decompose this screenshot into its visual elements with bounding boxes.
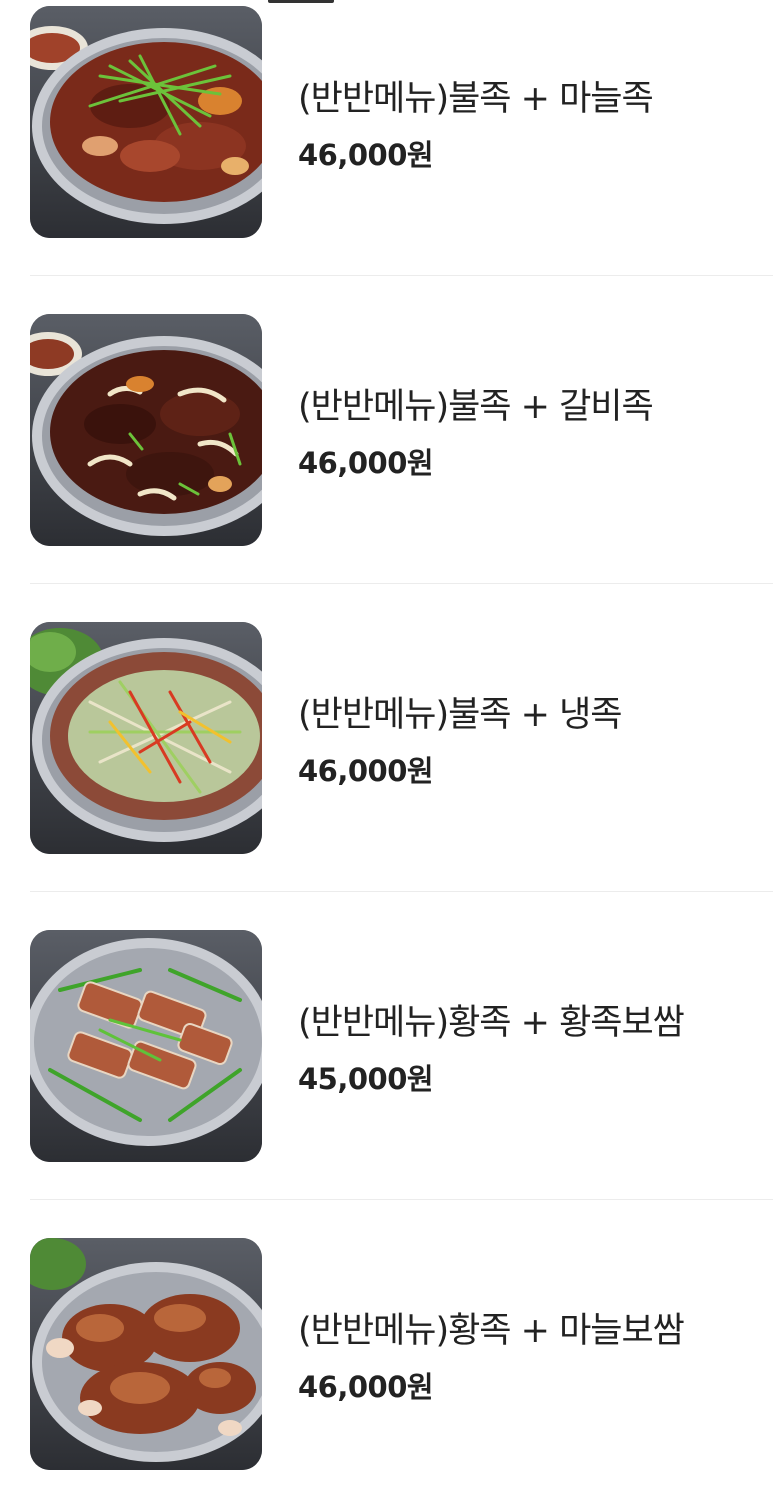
menu-item-price: 46,000원 [298,1370,434,1404]
menu-item-photo [30,622,262,854]
menu-item-price: 45,000원 [298,1062,434,1096]
menu-item-photo [30,6,262,238]
menu-item[interactable]: (반반메뉴)불족 + 냉족 46,000원 [30,616,773,892]
menu-item-photo [30,314,262,546]
menu-item-name: (반반메뉴)불족 + 냉족 [298,695,622,735]
menu-item-photo [30,1238,262,1470]
menu-item-name: (반반메뉴)불족 + 갈비족 [298,387,654,427]
menu-item-name: (반반메뉴)황족 + 황족보쌈 [298,1003,685,1043]
divider [30,1199,773,1200]
menu-item[interactable]: (반반메뉴)불족 + 갈비족 46,000원 [30,308,773,584]
menu-item-name: (반반메뉴)황족 + 마늘보쌈 [298,1311,685,1351]
menu-item-price: 46,000원 [298,754,434,788]
menu-item[interactable]: (반반메뉴)불족 + 마늘족 46,000원 [30,0,773,276]
divider [30,583,773,584]
menu-item-photo [30,930,262,1162]
divider [30,275,773,276]
menu-item[interactable]: (반반메뉴)황족 + 마늘보쌈 46,000원 [30,1232,773,1508]
menu-item-price: 46,000원 [298,138,434,172]
menu-item-price: 46,000원 [298,446,434,480]
menu-item[interactable]: (반반메뉴)황족 + 황족보쌈 45,000원 [30,924,773,1200]
menu-item-name: (반반메뉴)불족 + 마늘족 [298,79,654,119]
divider [30,891,773,892]
